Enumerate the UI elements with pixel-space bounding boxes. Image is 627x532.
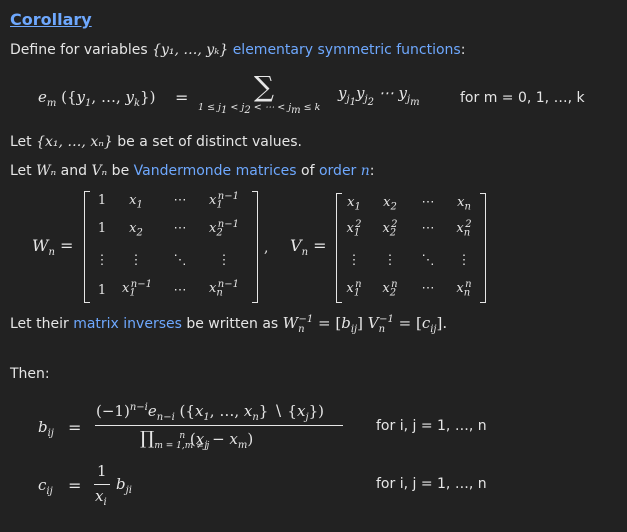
w-cell: ⋯ — [173, 221, 187, 236]
y-set: {y₁, …, yₖ} — [152, 42, 229, 58]
v-cell: x1n — [346, 278, 362, 299]
w-cell: x2 — [129, 221, 143, 239]
x-set: {x₁, …, xₙ} — [36, 134, 113, 150]
cij-fraction-bar — [94, 484, 110, 485]
v-right-bracket — [480, 193, 486, 303]
v-cell: ⋱ — [421, 253, 435, 268]
inverse-line: Let their matrix inverses be written as … — [10, 314, 448, 335]
w-left-bracket — [84, 191, 90, 303]
v-n: Vₙ — [91, 163, 108, 179]
define-line: Define for variables {y₁, …, yₖ} element… — [10, 42, 465, 58]
sum-symbol: ∑ — [254, 70, 274, 103]
bij-fraction-bar — [95, 425, 343, 426]
em-formula-lhs: em ({y1, …, yk}) — [38, 88, 156, 109]
v-cell: xnn — [456, 278, 472, 299]
v-cell: ⋯ — [421, 281, 435, 296]
w-cell: x1 — [129, 193, 143, 211]
cij-lhs: cij — [38, 476, 53, 497]
w-matrix: 1 x1 ⋯ x1n−1 1 x2 ⋯ x2n−1 ⋮ ⋮ ⋱ ⋮ 1 x1n−… — [84, 191, 258, 303]
bij-numerator: (−1)n−ien−i ({x1, …, xn} ∖ {xj}) — [96, 402, 324, 423]
x-set-pre: Let — [10, 134, 37, 150]
vander-of: of — [296, 163, 319, 179]
v-matrix: x1 x2 ⋯ xn x12 x22 ⋯ xn2 ⋮ ⋮ ⋱ ⋮ x1n x2n… — [336, 193, 486, 303]
v-cell: x2n — [382, 278, 398, 299]
w-cell: ⋮ — [95, 253, 109, 268]
w-cell: ⋮ — [129, 253, 143, 268]
v-cell: ⋮ — [347, 253, 361, 268]
corollary-heading[interactable]: Corollary — [10, 10, 92, 29]
cij-condition: for i, j = 1, …, n — [376, 476, 487, 492]
w-cell: x1n−1 — [122, 278, 152, 299]
vander-pre: Let — [10, 163, 37, 179]
x-set-line: Let {x₁, …, xₙ} be a set of distinct val… — [10, 134, 302, 150]
v-cell: x1 — [347, 195, 361, 213]
w-cell: x2n−1 — [209, 218, 239, 239]
define-post: : — [460, 42, 466, 58]
matrix-link[interactable]: matrix — [73, 316, 119, 332]
v-cell: ⋮ — [383, 253, 397, 268]
v-cell: ⋯ — [421, 221, 435, 236]
v-cell: ⋯ — [421, 195, 435, 210]
then-label: Then: — [10, 366, 50, 382]
vander-post: : — [369, 163, 375, 179]
matrix-comma: , — [264, 240, 269, 256]
inverses-link[interactable]: inverses — [123, 316, 182, 332]
vandermonde-matrices-link[interactable]: Vandermonde matrices — [134, 163, 297, 179]
inverse-post: be written as — [181, 316, 283, 332]
w-cell: 1 — [97, 221, 107, 236]
vandermonde-line: Let Wₙ and Vₙ be Vandermonde matrices of… — [10, 163, 375, 179]
w-cell: ⋯ — [173, 193, 187, 208]
w-cell: x1n−1 — [209, 190, 239, 211]
w-cell: ⋮ — [217, 253, 231, 268]
w-cell: xnn−1 — [209, 278, 239, 299]
x-set-post: be a set of distinct values. — [112, 134, 302, 150]
em-condition: for m = 0, 1, …, k — [460, 90, 585, 106]
w-cell: ⋯ — [173, 283, 187, 298]
cij-numerator: 1 — [97, 462, 107, 480]
inverse-pre: Let their — [10, 316, 74, 332]
bij-denominator: ∏m = 1,m ≠ jn (xj − xm) — [140, 428, 254, 451]
v-cell: x22 — [382, 218, 398, 239]
w-cell: 1 — [97, 283, 107, 298]
w-n: Wₙ — [36, 163, 57, 179]
inverse-formula: Wn−1 = [bij] Vn−1 = [cij]. — [282, 314, 448, 335]
sum-limits: 1 ≤ j1 < j2 < ⋯ < jm ≤ k — [198, 102, 321, 116]
cij-term: bji — [116, 475, 132, 496]
vander-be: be — [107, 163, 134, 179]
order-link[interactable]: order — [319, 163, 356, 179]
w-right-bracket — [252, 191, 258, 303]
elementary-symmetric-functions-link[interactable]: elementary symmetric functions — [233, 42, 461, 58]
define-pre: Define for variables — [10, 42, 153, 58]
v-n-label: Vn = — [290, 236, 327, 259]
v-cell: x12 — [346, 218, 362, 239]
v-cell: xn2 — [456, 218, 472, 239]
w-cell: 1 — [97, 193, 107, 208]
vander-and: and — [56, 163, 92, 179]
w-cell: ⋱ — [173, 253, 187, 268]
cij-equals: = — [68, 476, 82, 495]
sum-term: yj1yj2 ⋯ yjm — [338, 84, 420, 108]
bij-condition: for i, j = 1, …, n — [376, 418, 487, 434]
w-n-label: Wn = — [32, 236, 74, 259]
order-n[interactable]: n — [356, 163, 370, 179]
bij-equals: = — [68, 418, 82, 437]
bij-lhs: bij — [38, 418, 54, 439]
v-cell: xn — [457, 195, 471, 213]
cij-denominator: xi — [95, 487, 107, 508]
em-equals: = — [175, 88, 189, 107]
v-cell: x2 — [383, 195, 397, 213]
v-cell: ⋮ — [457, 253, 471, 268]
